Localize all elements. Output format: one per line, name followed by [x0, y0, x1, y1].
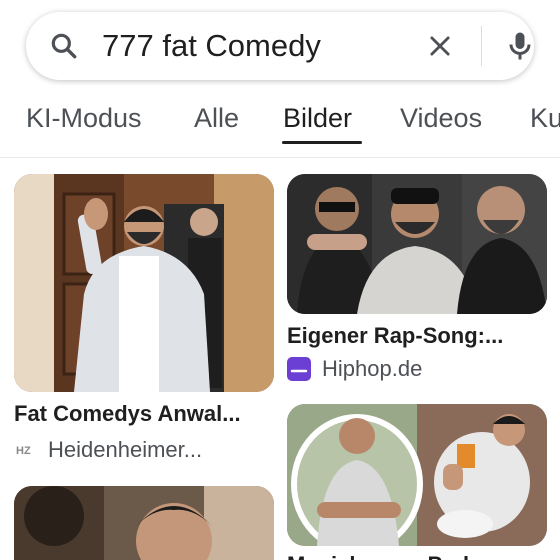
tab-bilder[interactable]: Bilder — [283, 102, 352, 134]
tabs-divider — [0, 157, 560, 158]
tab-alle[interactable]: Alle — [194, 102, 239, 134]
search-input[interactable]: 777 fat Comedy — [102, 26, 321, 66]
result-title[interactable]: Fat Comedys Anwal... — [14, 400, 241, 428]
result-image[interactable] — [287, 174, 547, 314]
tab-videos[interactable]: Videos — [400, 102, 482, 134]
tab-more[interactable]: Ku — [530, 102, 560, 134]
result-source[interactable]: Hiphop.de — [322, 355, 422, 383]
clear-icon[interactable] — [426, 32, 454, 60]
search-divider — [481, 26, 482, 66]
result-title[interactable]: Musiclounge Podca... — [287, 551, 512, 560]
tab-ki-modus[interactable]: KI-Modus — [26, 102, 142, 134]
active-tab-indicator — [282, 141, 362, 144]
search-tabs: KI-Modus Alle Bilder Videos Ku — [0, 96, 560, 156]
search-icon[interactable] — [48, 30, 80, 62]
result-image[interactable] — [14, 486, 274, 560]
heidenheimer-favicon-icon: HZ — [16, 445, 31, 457]
result-image[interactable] — [287, 404, 547, 546]
result-title[interactable]: Eigener Rap-Song:... — [287, 322, 503, 350]
result-image[interactable] — [14, 174, 274, 392]
mic-icon[interactable] — [502, 28, 538, 64]
result-source[interactable]: Heidenheimer... — [48, 436, 202, 464]
search-bar[interactable]: 777 fat Comedy — [26, 12, 534, 80]
hiphop-de-favicon-icon — [287, 357, 311, 381]
